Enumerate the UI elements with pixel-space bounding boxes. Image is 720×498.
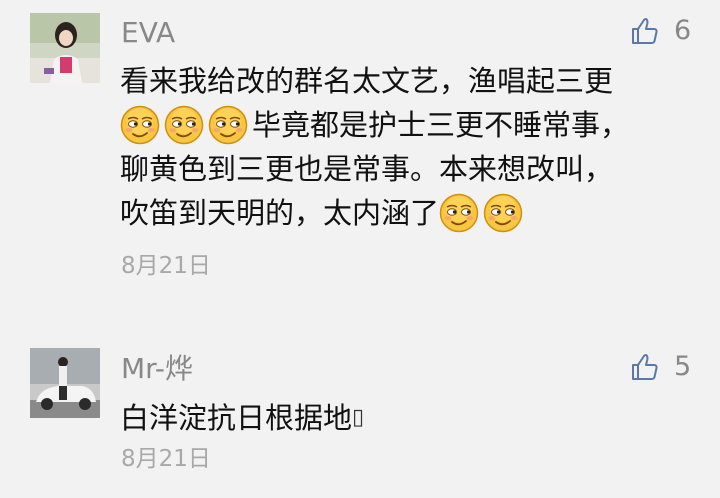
like-button[interactable]: 6 [630,16,691,46]
comment-text: 看来我给改的群名太文艺，渔唱起三更 毕竟都是护士三更不睡常事， 聊黄色到三更也是… [120,59,680,235]
thumbs-up-icon[interactable] [630,352,660,382]
smirk-emoji [439,193,479,233]
smirk-emoji [120,105,160,145]
comment-username[interactable]: EVA [121,16,175,50]
avatar-photo [30,13,100,83]
comment-date: 8月21日 [121,446,211,472]
avatar[interactable] [30,13,100,83]
comment-line: 白洋淀抗日根据地 ▯ [120,396,680,440]
comment-list: EVA 6 看来我给改的群名太文艺，渔唱起三更 毕竟都是护士三更不睡常事， 聊黄… [0,0,720,498]
like-count: 5 [674,351,692,382]
comment-line: 毕竟都是护士三更不睡常事， [120,103,680,147]
comment-date: 8月21日 [121,253,211,279]
avatar-photo [30,348,100,418]
comment-line: 聊黄色到三更也是常事。本来想改叫， [120,147,680,191]
thumbs-up-icon[interactable] [630,16,660,46]
like-button[interactable]: 5 [630,352,691,382]
comment-line: 吹笛到天明的，太内涵了 [120,191,680,235]
missing-glyph: ▯ [352,405,365,430]
comment-line-text: 聊黄色到三更也是常事。本来想改叫， [120,152,614,186]
smirk-emoji [164,105,204,145]
comment-text: 白洋淀抗日根据地 ▯ [120,396,680,440]
comment-line: 看来我给改的群名太文艺，渔唱起三更 [120,59,680,103]
avatar[interactable] [30,348,100,418]
like-count: 6 [674,15,692,46]
comment-line-text: 看来我给改的群名太文艺，渔唱起三更 [120,64,614,98]
smirk-emoji [483,193,523,233]
comment-line-text: 白洋淀抗日根据地 [120,401,353,435]
comment-line-text: 毕竟都是护士三更不睡常事， [252,108,630,142]
smirk-emoji [208,105,248,145]
comment-username[interactable]: Mr-烨 [121,352,193,386]
comment-line-text: 吹笛到天明的，太内涵了 [120,196,440,230]
